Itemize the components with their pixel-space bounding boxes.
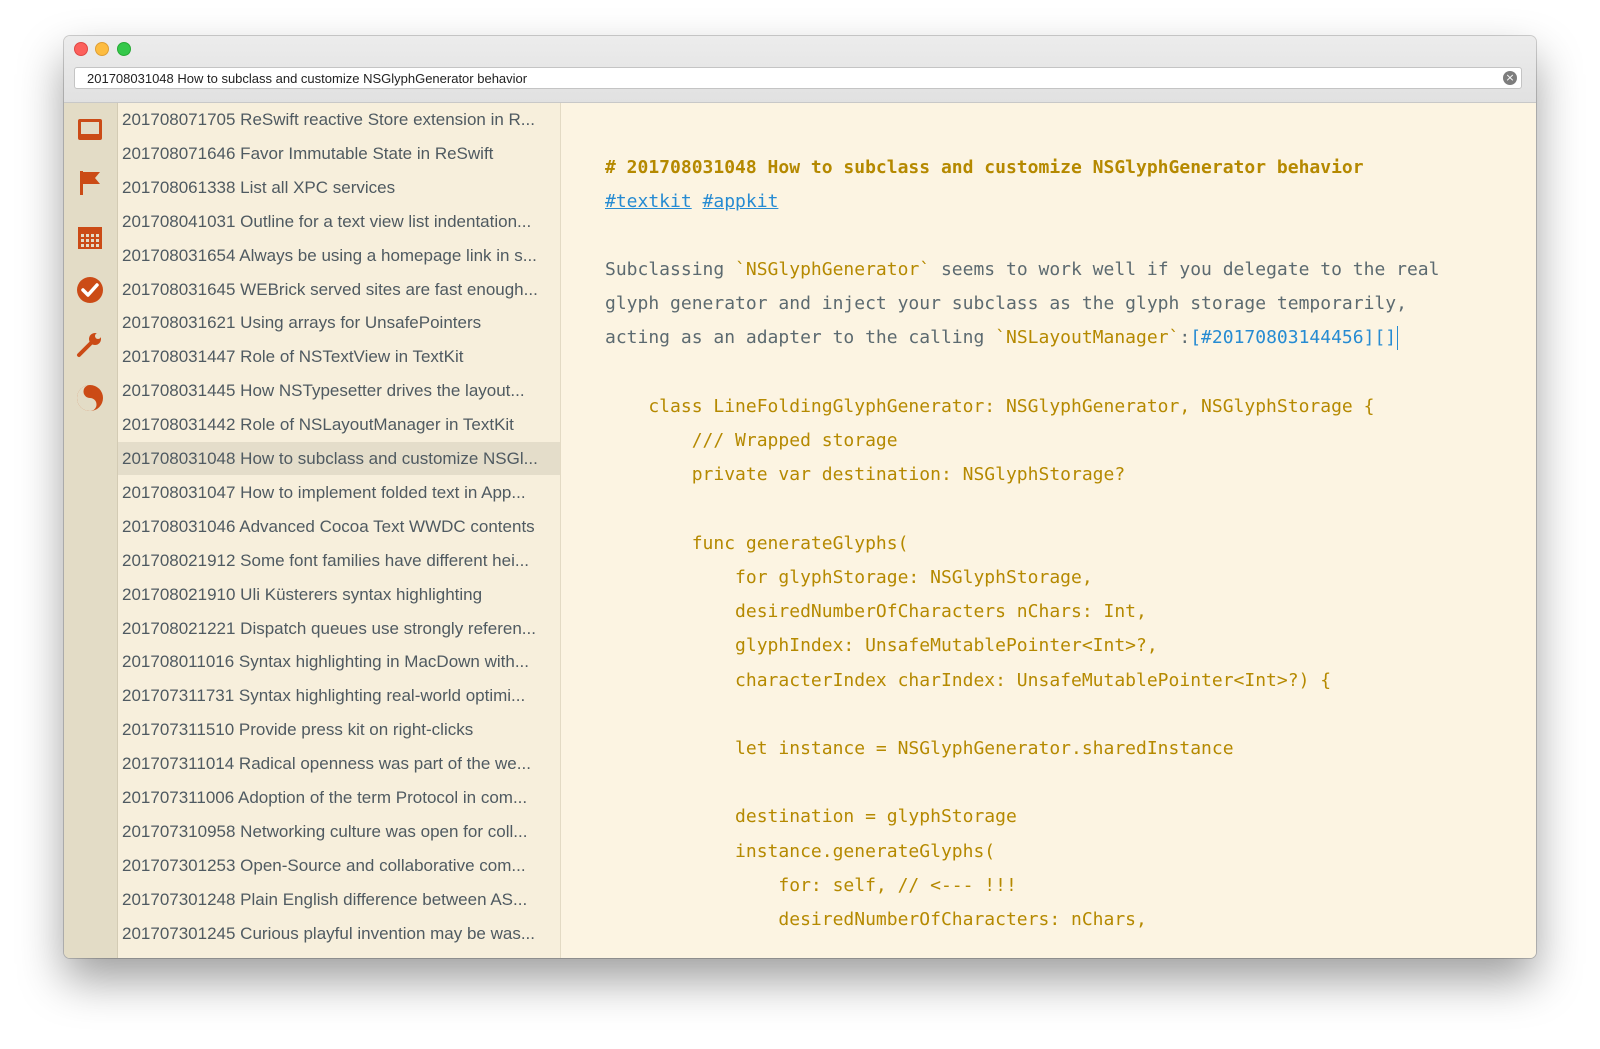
note-list-item[interactable]: 201707301248 Plain English difference be… — [118, 883, 560, 916]
yin-yang-icon[interactable] — [75, 383, 105, 413]
prose-text: : — [1179, 327, 1191, 348]
paragraph-line: glyph generator and inject your subclass… — [605, 293, 1407, 314]
prose-text: acting as an adapter to the calling — [605, 327, 996, 348]
code-line: destination = glyphStorage — [605, 806, 1017, 828]
note-list-item[interactable]: 201707301253 Open-Source and collaborati… — [118, 849, 560, 882]
note-list-item[interactable]: 201708021910 Uli Küsterers syntax highli… — [118, 578, 560, 611]
note-list-item[interactable]: 201708071705 ReSwift reactive Store exte… — [118, 103, 560, 136]
note-list-item[interactable]: 201707310958 Networking culture was open… — [118, 815, 560, 848]
app-window: 201708031048 How to subclass and customi… — [64, 36, 1536, 958]
note-list-item[interactable]: 201708021221 Dispatch queues use strongl… — [118, 612, 560, 645]
tag-link-appkit[interactable]: #appkit — [703, 191, 779, 212]
reference-link[interactable]: [#20170803144456][] — [1190, 327, 1396, 348]
note-list-item[interactable]: 201708031447 Role of NSTextView in TextK… — [118, 340, 560, 373]
minimize-window-button[interactable] — [95, 42, 109, 56]
code-line: for: self, // <--- !!! — [605, 874, 1017, 896]
note-list-item[interactable]: 201707311014 Radical openness was part o… — [118, 747, 560, 780]
note-list: 201708071705 ReSwift reactive Store exte… — [118, 103, 561, 958]
note-list-item[interactable]: 201708031654 Always be using a homepage … — [118, 239, 560, 272]
note-list-item[interactable]: 201707311731 Syntax highlighting real-wo… — [118, 679, 560, 712]
note-list-item[interactable]: 201707311006 Adoption of the term Protoc… — [118, 781, 560, 814]
clear-search-icon[interactable]: × — [1503, 71, 1517, 85]
code-line: /// Wrapped storage — [605, 430, 898, 452]
note-list-item[interactable]: 201708031445 How NSTypesetter drives the… — [118, 374, 560, 407]
code-line: private var destination: NSGlyphStorage? — [605, 464, 1126, 486]
tray-icon[interactable] — [75, 115, 105, 145]
note-list-item[interactable]: 201708031621 Using arrays for UnsafePoin… — [118, 306, 560, 339]
note-list-item[interactable]: 201708031047 How to implement folded tex… — [118, 476, 560, 509]
note-list-item[interactable]: 201708031048 How to subclass and customi… — [118, 442, 560, 475]
zoom-window-button[interactable] — [117, 42, 131, 56]
note-tags: #textkit #appkit — [605, 185, 778, 219]
tool-sidebar — [64, 103, 118, 958]
note-editor[interactable]: # 201708031048 How to subclass and custo… — [561, 103, 1536, 958]
code-line: desiredNumberOfCharacters nChars: Int, — [605, 601, 1147, 623]
note-list-item[interactable]: 201708011016 Syntax highlighting in MacD… — [118, 645, 560, 678]
code-line: glyphIndex: UnsafeMutablePointer<Int>?, — [605, 635, 1158, 657]
note-heading: # 201708031048 How to subclass and custo… — [605, 157, 1364, 178]
omnibar-search-field[interactable]: 201708031048 How to subclass and customi… — [74, 67, 1522, 89]
close-window-button[interactable] — [74, 42, 88, 56]
inline-code: `NSGlyphGenerator` — [735, 259, 931, 280]
code-line: func generateGlyphs( — [605, 532, 909, 554]
paragraph-line: acting as an adapter to the calling `NSL… — [605, 321, 1399, 355]
prose-text: seems to work well if you delegate to th… — [930, 259, 1440, 280]
note-list-item[interactable]: 201708031442 Role of NSLayoutManager in … — [118, 408, 560, 441]
title-bar: 201708031048 How to subclass and customi… — [64, 36, 1536, 103]
inline-code: `NSLayoutManager` — [995, 327, 1180, 348]
code-line: class LineFoldingGlyphGenerator: NSGlyph… — [605, 396, 1375, 417]
calendar-icon[interactable] — [75, 223, 105, 253]
note-list-item[interactable]: 201708071646 Favor Immutable State in Re… — [118, 137, 560, 170]
note-list-item[interactable]: 201707311510 Provide press kit on right-… — [118, 713, 560, 746]
note-list-item[interactable]: 201708021912 Some font families have dif… — [118, 544, 560, 577]
prose-text: Subclassing — [605, 259, 736, 280]
code-line: desiredNumberOfCharacters: nChars, — [605, 909, 1147, 930]
code-line: characterIndex charIndex: UnsafeMutableP… — [605, 669, 1332, 691]
note-list-item[interactable]: 201707301245 Curious playful invention m… — [118, 917, 560, 950]
flag-icon[interactable] — [75, 168, 105, 198]
text-caret — [1397, 326, 1399, 350]
paragraph-line: Subclassing `NSGlyphGenerator` seems to … — [605, 253, 1439, 287]
code-line: let instance = NSGlyphGenerator.sharedIn… — [605, 738, 1234, 759]
wrench-icon[interactable] — [75, 329, 105, 359]
checkmark-icon[interactable] — [75, 275, 105, 305]
note-list-item[interactable]: 201708031645 WEBrick served sites are fa… — [118, 273, 560, 306]
note-list-item[interactable]: 201708031046 Advanced Cocoa Text WWDC co… — [118, 510, 560, 543]
search-input-value[interactable]: 201708031048 How to subclass and customi… — [87, 71, 527, 86]
note-list-item[interactable]: 201708061338 List all XPC services — [118, 171, 560, 204]
code-line: for glyphStorage: NSGlyphStorage, — [605, 567, 1093, 588]
code-line: instance.generateGlyphs( — [605, 840, 996, 862]
note-list-item[interactable]: 201708041031 Outline for a text view lis… — [118, 205, 560, 238]
tag-link-textkit[interactable]: #textkit — [605, 191, 692, 212]
